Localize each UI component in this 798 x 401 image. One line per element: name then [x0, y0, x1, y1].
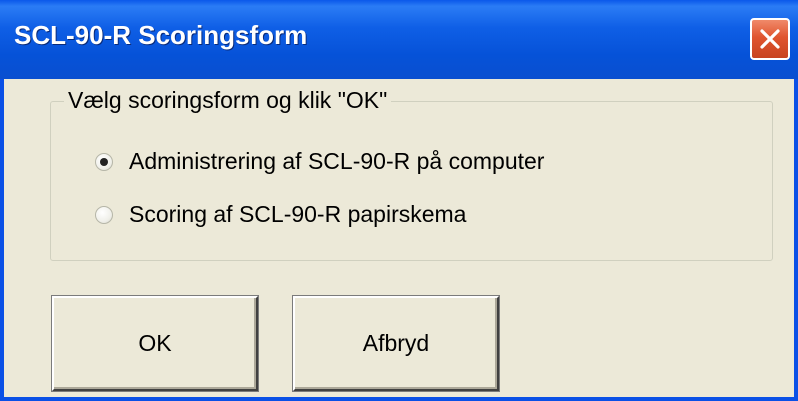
radio-paper-scoring[interactable] — [95, 205, 113, 224]
ok-button[interactable]: OK — [52, 296, 258, 391]
option-label[interactable]: Scoring af SCL-90-R papirskema — [129, 201, 466, 228]
title-bar[interactable]: SCL-90-R Scoringsform — [0, 0, 798, 79]
option-paper-scoring[interactable]: Scoring af SCL-90-R papirskema — [95, 201, 466, 228]
radio-computer-administration[interactable] — [95, 152, 113, 171]
option-label[interactable]: Administrering af SCL-90-R på computer — [129, 148, 544, 175]
option-computer-administration[interactable]: Administrering af SCL-90-R på computer — [95, 148, 544, 175]
close-button[interactable] — [750, 18, 790, 60]
groupbox-legend: Vælg scoringsform og klik "OK" — [64, 87, 392, 114]
scoring-form-groupbox — [50, 101, 773, 261]
close-icon — [760, 29, 780, 49]
radio-selected-dot — [100, 157, 108, 166]
cancel-button[interactable]: Afbryd — [293, 296, 499, 391]
window-title: SCL-90-R Scoringsform — [14, 20, 308, 50]
